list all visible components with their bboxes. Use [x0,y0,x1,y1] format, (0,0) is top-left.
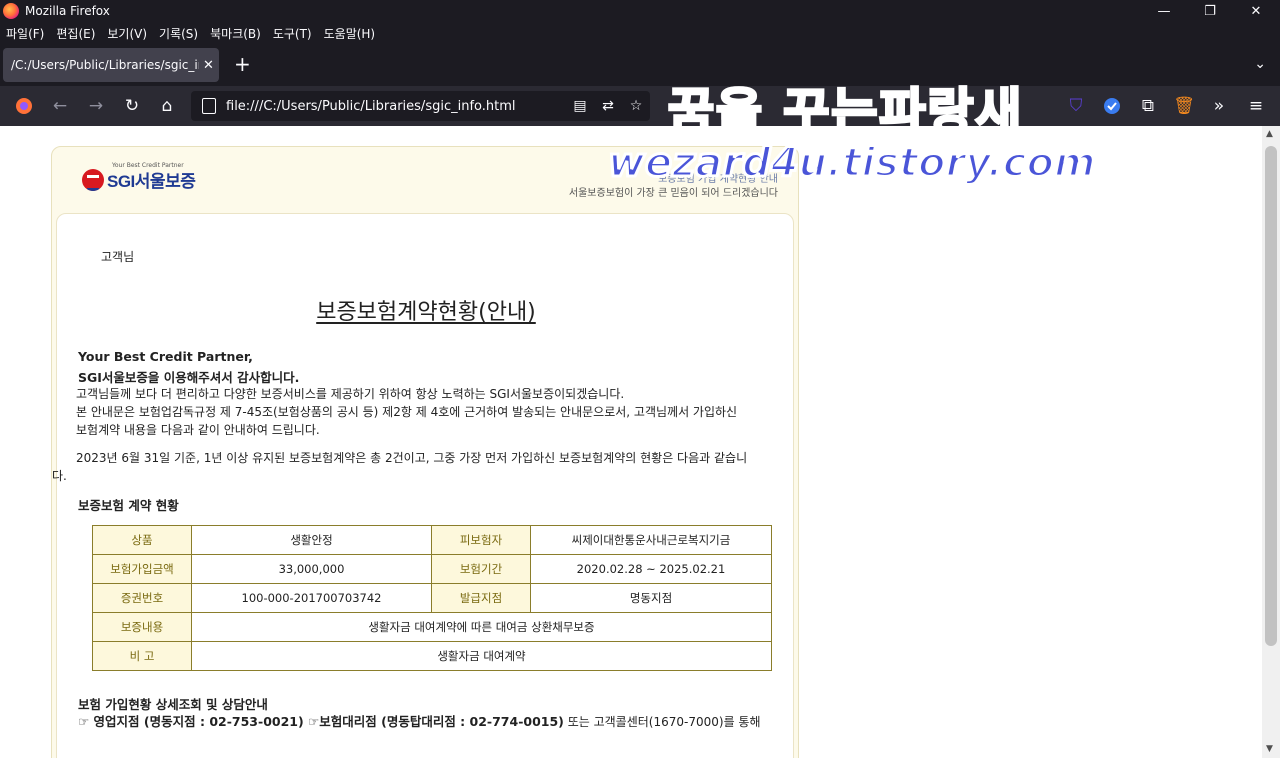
page-title: 보증보험계약현황(안내) [316,300,536,325]
reload-icon[interactable]: ↻ [120,94,144,118]
table-row: 보험가입금액 33,000,000 보험기간 2020.02.28 ~ 2025… [92,554,772,584]
firefox-logo-icon [3,3,19,19]
intro-bold-2: SGI서울보증을 이용해주셔서 감사합니다. [78,370,300,385]
menu-tools[interactable]: 도구(T) [273,25,312,42]
table-row: 보증내용 생활자금 대여계약에 따른 대여금 상환채무보증 [92,612,772,642]
list-all-tabs-button[interactable]: ⌄ [1254,56,1266,72]
navigation-toolbar: ← → ↻ ⌂ file:///C:/Users/Public/Librarie… [0,86,1280,126]
contact-callcenter: 또는 고객콜센터(1670-7000)를 통해 [563,715,761,729]
back-arrow-icon[interactable]: ← [48,94,72,118]
scroll-down-arrow-icon[interactable]: ▼ [1266,744,1273,754]
amount-value: 33,000,000 [191,554,432,584]
intro-bold-1: Your Best Credit Partner, [78,349,253,364]
maximize-button[interactable]: ❐ [1187,0,1233,22]
menu-view[interactable]: 보기(V) [107,25,147,42]
table-row: 상품 생활안정 피보험자 씨제이대한통운사내근로복지기금 [92,525,772,555]
paragraph-2b: 보험계약 내용을 다음과 같이 안내하여 드립니다. [76,423,320,437]
home-icon[interactable]: ⌂ [155,94,179,118]
branch-label: 발급지점 [431,583,531,613]
minimize-button[interactable]: — [1141,0,1187,22]
forward-arrow-icon[interactable]: → [84,94,108,118]
vertical-scrollbar[interactable]: ▲ ▼ [1262,126,1280,758]
sgi-logo-icon [82,168,104,191]
menu-help[interactable]: 도움말(H) [324,25,376,42]
header-line-1: 보증보험 가입 계약현황 안내 [658,174,778,185]
section-contract-status: 보증보험 계약 현황 [78,498,179,513]
amount-label: 보험가입금액 [92,554,192,584]
tab-bar: /C:/Users/Public/Libraries/sgic_info ✕ +… [0,44,1280,86]
paragraph-1: 고객님들께 보다 더 편리하고 다양한 보증서비스를 제공하기 위하여 항상 노… [76,387,625,401]
insured-value: 씨제이대한통운사내근로복지기금 [530,525,772,555]
window-title: Mozilla Firefox [25,4,110,18]
branch-value: 명동지점 [530,583,772,613]
content-value: 생활자금 대여계약에 따른 대여금 상환채무보증 [191,612,772,642]
window-titlebar: Mozilla Firefox — ❐ ✕ [0,0,1280,22]
new-tab-button[interactable]: + [234,54,251,74]
logo-name: SGI서울보증 [107,172,196,191]
sgi-logo: Your Best Credit Partner SGI서울보증 [82,162,196,192]
paragraph-2a: 본 안내문은 보험업감독규정 제 7-45조(보험상품의 공시 등) 제2항 제… [76,405,738,419]
bookmark-star-icon[interactable]: ☆ [622,98,650,114]
menu-history[interactable]: 기록(S) [159,25,198,42]
paragraph-3a: 2023년 6월 31일 기준, 1년 이상 유지된 보증보험계약은 총 2건이… [76,451,748,465]
paragraph-3b: 다. [52,469,67,483]
letter-frame: Your Best Credit Partner SGI서울보증 보증보험 가입… [51,146,799,758]
contract-table: 상품 생활안정 피보험자 씨제이대한통운사내근로복지기금 보험가입금액 33,0… [92,525,772,671]
url-text[interactable]: file:///C:/Users/Public/Libraries/sgic_i… [226,99,566,114]
hamburger-menu-icon[interactable]: ≡ [1244,94,1268,118]
shield-extension-icon[interactable]: ⛉ [1064,94,1088,118]
page-document-icon [202,98,216,114]
insured-label: 피보험자 [431,525,531,555]
tab-sgic-info[interactable]: /C:/Users/Public/Libraries/sgic_info ✕ [3,48,219,82]
cert-label: 증권번호 [92,583,192,613]
cert-value: 100-000-201700703742 [191,583,432,613]
contact-phone-numbers: ☞ 영업지점 (명동지점 : 02-753-0021) ☞보험대리점 (명동탑대… [78,714,564,729]
menu-edit[interactable]: 편집(E) [56,25,95,42]
tab-title: /C:/Users/Public/Libraries/sgic_info [11,58,199,72]
tab-close-icon[interactable]: ✕ [203,58,214,73]
table-row: 비 고 생활자금 대여계약 [92,641,772,671]
delete-extension-icon[interactable]: 🗑 [1172,94,1196,118]
extensions-puzzle-icon[interactable]: ⧉ [1136,94,1160,118]
header-notice: 보증보험 가입 계약현황 안내 서울보증보험이 가장 큰 믿음이 되어 드리겠습… [569,173,778,201]
address-bar[interactable]: file:///C:/Users/Public/Libraries/sgic_i… [191,91,650,121]
period-value: 2020.02.28 ~ 2025.02.21 [530,554,772,584]
letter-header: Your Best Credit Partner SGI서울보증 보증보험 가입… [52,147,798,213]
menu-bookmarks[interactable]: 북마크(B) [210,25,261,42]
content-label: 보증내용 [92,612,192,642]
scroll-up-arrow-icon[interactable]: ▲ [1266,129,1273,139]
logo-tagline: Your Best Credit Partner [112,162,184,169]
page-viewport: Your Best Credit Partner SGI서울보증 보증보험 가입… [0,126,1262,758]
menu-file[interactable]: 파일(F) [6,25,44,42]
overflow-chevron-icon[interactable]: » [1207,94,1231,118]
scrollbar-thumb[interactable] [1265,146,1277,646]
header-line-2: 서울보증보험이 가장 큰 믿음이 되어 드리겠습니다 [568,188,778,199]
translate-icon[interactable]: ⇄ [594,98,622,114]
remark-value: 생활자금 대여계약 [191,641,772,671]
table-row: 증권번호 100-000-201700703742 발급지점 명동지점 [92,583,772,613]
check-extension-icon[interactable] [1100,94,1124,118]
firefox-view-icon[interactable] [12,94,36,118]
close-window-button[interactable]: ✕ [1233,0,1279,22]
letter-body: 고객님 보증보험계약현황(안내) Your Best Credit Partne… [52,213,794,758]
reader-view-icon[interactable]: ▤ [566,98,594,114]
product-value: 생활안정 [191,525,432,555]
contact-line: ☞ 영업지점 (명동지점 : 02-753-0021) ☞보험대리점 (명동탑대… [78,711,761,730]
remark-label: 비 고 [92,641,192,671]
period-label: 보험기간 [431,554,531,584]
menu-bar: 파일(F) 편집(E) 보기(V) 기록(S) 북마크(B) 도구(T) 도움말… [0,22,1280,44]
product-label: 상품 [92,525,192,555]
greeting: 고객님 [101,250,135,264]
